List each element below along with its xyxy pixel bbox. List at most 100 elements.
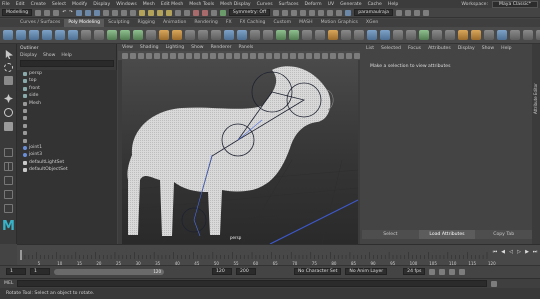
panel-toggle-icon[interactable] [395,9,402,16]
shelf-tool-icon[interactable] [289,30,299,40]
shelf-tab-fx-caching[interactable]: FX Caching [236,19,270,27]
shelf-tool-icon[interactable] [302,30,312,40]
range-start-field[interactable]: 1 [30,268,50,275]
viewport-tool-icon[interactable] [314,52,320,59]
load-attributes-button[interactable]: Load Attributes [418,230,476,239]
attr-menu-help[interactable]: Help [501,46,511,51]
redo-icon[interactable]: ↷ [69,10,73,15]
fps-dropdown[interactable]: 24 fps [403,268,426,275]
range-bar[interactable]: 120 [54,268,164,275]
shelf-tool-icon[interactable] [432,30,442,40]
shelf-tool-icon[interactable] [367,30,377,40]
viewport-tool-icon[interactable] [330,52,336,59]
select-object-icon[interactable] [84,9,91,16]
viewport-tool-icon[interactable] [322,52,328,59]
menu-surfaces[interactable]: Surfaces [279,2,299,7]
open-scene-icon[interactable] [44,9,51,16]
snap-curve-icon[interactable] [147,9,154,16]
shelf-tool-icon[interactable] [185,30,195,40]
select-tool-icon[interactable] [5,50,13,59]
shelf-tool-icon[interactable] [16,30,26,40]
viewport-tool-icon[interactable] [338,52,344,59]
viewport-tool-icon[interactable] [226,52,232,59]
outliner-item[interactable] [17,122,117,129]
shelf-tool-icon[interactable] [211,30,221,40]
outliner-item[interactable]: Mesh [17,100,117,107]
history-icon[interactable] [174,9,181,16]
viewport-tool-icon[interactable] [298,52,304,59]
shelf-tab-sculpting[interactable]: Sculpting [104,19,133,27]
move-tool-icon[interactable] [4,94,13,103]
snap-point-icon[interactable] [156,9,163,16]
shelf-tool-icon[interactable] [146,30,156,40]
go-to-end-icon[interactable]: ⏭ [532,249,538,255]
user-dropdown[interactable]: paramaulraja [354,9,393,16]
toggle-icon[interactable] [282,9,289,16]
menu-mesh[interactable]: Mesh [143,2,155,7]
menu-file[interactable]: File [2,2,10,7]
viewport-menu-panels[interactable]: Panels [239,45,254,50]
outliner-layout-icon[interactable] [4,190,13,199]
menu-curves[interactable]: Curves [257,2,273,7]
menu-display[interactable]: Display [93,2,110,7]
shelf-tool-icon[interactable] [250,30,260,40]
select-hierarchy-icon[interactable] [75,9,82,16]
viewport-tool-icon[interactable] [154,52,160,59]
scene-canvas[interactable] [121,60,359,245]
viewport-tool-icon[interactable] [130,52,136,59]
viewport-tool-icon[interactable] [282,52,288,59]
toggle-icon[interactable] [318,9,325,16]
menu-generate[interactable]: Generate [340,2,361,7]
workspace-dropdown[interactable]: Maya Classic* [492,0,538,8]
menu-deform[interactable]: Deform [305,2,322,7]
shelf-tool-icon[interactable] [3,30,13,40]
outliner-item[interactable] [17,114,117,121]
copy-tab-button[interactable]: Copy Tab [475,230,532,239]
outliner-item[interactable]: persp [17,70,117,77]
toggle-icon[interactable] [300,9,307,16]
time-slider[interactable]: 5 10 15 20 25 30 35 40 45 50 55 60 65 70 75 80 85 90 95 100… [17,244,540,266]
render-settings-icon[interactable] [210,9,217,16]
panel-toggle-icon[interactable] [404,9,411,16]
snap-grid-icon[interactable] [138,9,145,16]
shelf-tool-icon[interactable] [419,30,429,40]
range-end-field[interactable]: 120 [212,268,232,275]
viewport-tool-icon[interactable] [210,52,216,59]
outliner-item[interactable] [17,129,117,136]
menu-edit[interactable]: Edit [16,2,25,7]
attr-menu-focus[interactable]: Focus [408,46,421,51]
select-component-icon[interactable] [93,9,100,16]
symmetry-dropdown[interactable]: Symmetry: Off [228,9,271,16]
workspace-selector[interactable]: Workspace: Maya Classic* [461,0,538,8]
attr-menu-attributes[interactable]: Attributes [428,46,451,51]
outliner-menu-display[interactable]: Display [20,53,37,58]
undo-icon[interactable]: ↶ [62,10,66,15]
outliner-item[interactable] [17,137,117,144]
viewport-tool-icon[interactable] [274,52,280,59]
outliner-item[interactable] [17,107,117,114]
shelf-tool-icon[interactable] [42,30,52,40]
viewport-tool-icon[interactable] [354,52,360,59]
shelf-tab-rendering[interactable]: Rendering [190,19,221,27]
viewport-menu-view[interactable]: View [122,45,133,50]
shelf-tool-icon[interactable] [159,30,169,40]
viewport-tool-icon[interactable] [242,52,248,59]
four-view-icon[interactable] [4,162,13,171]
viewport-tool-icon[interactable] [250,52,256,59]
shelf-tool-icon[interactable] [536,30,540,40]
attribute-editor-side-tab[interactable]: Attribute Editor [532,44,540,244]
mode-dropdown[interactable]: Modelling [2,9,33,16]
mask-icon[interactable] [129,9,136,16]
attr-menu-selected[interactable]: Selected [381,46,401,51]
outliner-item[interactable]: side [17,92,117,99]
shelf-tool-icon[interactable] [237,30,247,40]
step-back-icon[interactable]: ◀ [500,249,506,255]
menu-modify[interactable]: Modify [72,2,87,7]
shelf-tool-icon[interactable] [315,30,325,40]
shelf-tab-poly-modeling[interactable]: Poly Modeling [64,19,105,27]
shelf-tab-animation[interactable]: Animation [159,19,190,27]
loop-icon[interactable] [429,268,436,275]
end-frame-field[interactable]: 200 [236,268,256,275]
shelf-tab-custom[interactable]: Custom [269,19,295,27]
outliner-menu-help[interactable]: Help [61,53,71,58]
